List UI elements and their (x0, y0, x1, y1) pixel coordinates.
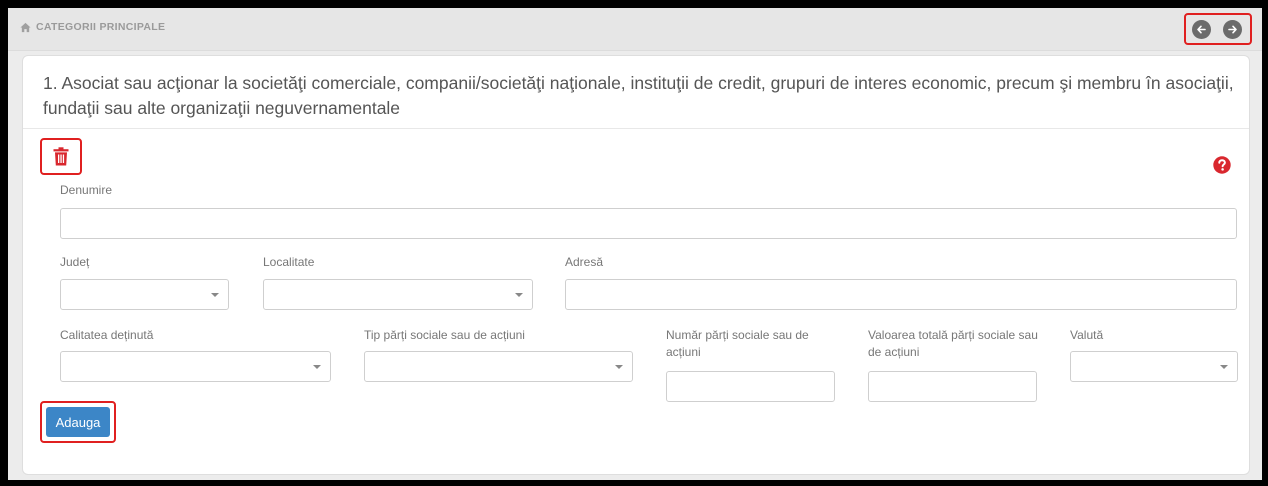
breadcrumb-label: CATEGORII PRINCIPALE (36, 21, 166, 33)
add-button[interactable]: Adauga (46, 407, 110, 437)
next-button[interactable] (1223, 20, 1242, 39)
arrow-left-icon (1197, 25, 1206, 34)
delete-button[interactable] (40, 138, 82, 175)
arrow-right-icon (1228, 25, 1237, 34)
valuta-label: Valută (1070, 328, 1104, 342)
valoarea-label: Valoarea totală părți sociale sau de acț… (868, 328, 1038, 359)
valoarea-input[interactable] (868, 371, 1037, 402)
trash-icon (53, 147, 69, 166)
denumire-label: Denumire (60, 183, 113, 197)
add-button-highlight: Adauga (40, 401, 116, 443)
top-bar: CATEGORII PRINCIPALE (8, 8, 1262, 51)
chevron-down-icon (615, 365, 623, 369)
chevron-down-icon (1220, 365, 1228, 369)
calitatea-label: Calitatea deținută (60, 328, 154, 342)
tip-parti-label: Tip părți sociale sau de acțiuni (364, 328, 525, 342)
breadcrumb[interactable]: CATEGORII PRINCIPALE (20, 21, 165, 33)
chevron-down-icon (211, 293, 219, 297)
denumire-input[interactable] (60, 208, 1237, 239)
adresa-label: Adresă (565, 255, 604, 269)
valuta-select[interactable] (1070, 351, 1238, 382)
judet-select[interactable] (60, 279, 229, 310)
localitate-label: Localitate (263, 255, 315, 269)
numar-parti-input[interactable] (666, 371, 835, 402)
judet-label: Județ (60, 255, 90, 269)
nav-highlight (1184, 13, 1252, 45)
numar-parti-label: Număr părți sociale sau de acțiuni (666, 328, 809, 359)
divider (23, 128, 1249, 129)
question-circle-icon[interactable] (1213, 156, 1231, 174)
category-panel: 1. Asociat sau acţionar la societăţi com… (22, 55, 1250, 475)
calitatea-select[interactable] (60, 351, 331, 382)
home-icon (20, 22, 31, 32)
adresa-input[interactable] (565, 279, 1237, 310)
chevron-down-icon (313, 365, 321, 369)
app-frame: CATEGORII PRINCIPALE 1. Asociat sau acţi… (8, 8, 1262, 480)
chevron-down-icon (515, 293, 523, 297)
section-title: 1. Asociat sau acţionar la societăţi com… (43, 73, 1234, 118)
previous-button[interactable] (1192, 20, 1211, 39)
localitate-select[interactable] (263, 279, 533, 310)
tip-parti-select[interactable] (364, 351, 633, 382)
